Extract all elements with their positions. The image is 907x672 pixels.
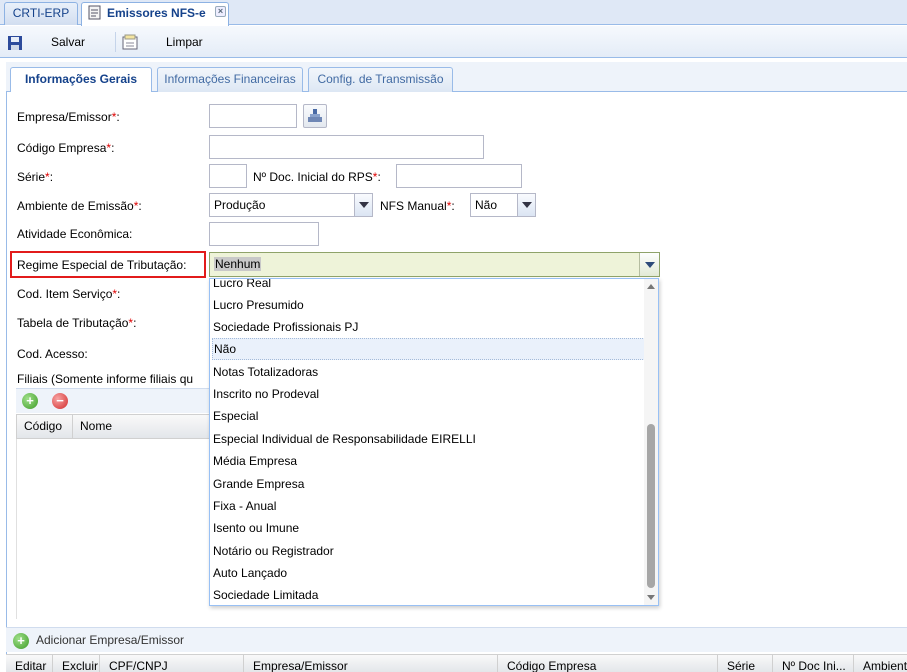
column-header-codigo[interactable]: Código (17, 415, 73, 438)
dropdown-option[interactable]: Sociedade Profissionais PJ (212, 316, 645, 338)
regime-dropdown-list: Lucro Real Lucro Presumido Sociedade Pro… (209, 278, 659, 606)
column-header-doc-inicial[interactable]: Nº Doc Ini... (773, 655, 854, 672)
tab-informacoes-gerais[interactable]: Informações Gerais (10, 67, 152, 93)
lookup-button[interactable] (303, 104, 327, 128)
atividade-label: Atividade Econômica: (17, 227, 133, 241)
tab-crti-erp[interactable]: CRTI-ERP (4, 2, 78, 25)
dropdown-option[interactable]: Notário ou Registrador (212, 540, 645, 562)
ambiente-select[interactable]: Produção (209, 193, 373, 217)
dropdown-option[interactable]: Especial (212, 405, 645, 427)
column-header-ambiente[interactable]: Ambient (854, 655, 907, 672)
dropdown-option[interactable]: Sociedade Limitada (212, 584, 645, 605)
dropdown-option[interactable]: Lucro Presumido (212, 294, 645, 316)
dropdown-option[interactable]: Inscrito no Prodeval (212, 383, 645, 405)
nfs-manual-value: Não (475, 198, 498, 212)
tab-label: Config. de Transmissão (317, 72, 444, 86)
dropdown-option[interactable]: Fixa - Anual (212, 495, 645, 517)
toolbar: Salvar Limpar (0, 26, 907, 58)
column-header-nome[interactable]: Nome (73, 415, 213, 438)
chevron-down-icon[interactable] (517, 194, 535, 216)
dropdown-option[interactable]: Auto Lançado (212, 562, 645, 584)
dropdown-option[interactable]: Grande Empresa (212, 473, 645, 495)
column-header-editar[interactable]: Editar (6, 655, 53, 672)
add-empresa-button[interactable]: Adicionar Empresa/Emissor (36, 633, 184, 647)
dropdown-scrollbar[interactable] (644, 279, 658, 605)
dropdown-option[interactable]: Média Empresa (212, 450, 645, 472)
doc-inicial-label: Nº Doc. Inicial do RPS*: (253, 170, 381, 184)
column-header-serie[interactable]: Série (718, 655, 773, 672)
column-header-cpf-cnpj[interactable]: CPF/CNPJ (100, 655, 244, 672)
floppy-disk-icon (8, 36, 22, 50)
close-tab-icon[interactable]: × (215, 6, 226, 17)
add-empresa-icon[interactable]: + (13, 633, 29, 649)
scroll-thumb[interactable] (647, 424, 655, 588)
doc-inicial-input[interactable] (396, 164, 522, 188)
document-icon (88, 5, 101, 20)
nfs-manual-select[interactable]: Não (470, 193, 536, 217)
lookup-icon (308, 109, 322, 122)
regime-value: Nenhum (214, 257, 262, 271)
dropdown-option[interactable]: Isento ou Imune (212, 517, 645, 539)
ambiente-label: Ambiente de Emissão*: (17, 199, 142, 213)
tab-label: Informações Financeiras (164, 72, 296, 86)
inner-tab-strip: Informações Gerais Informações Financeir… (6, 62, 907, 93)
filiais-label: Filiais (Somente informe filiais qu (17, 372, 194, 386)
tab-emissores-label: Emissores NFS-e (107, 6, 206, 20)
tab-config-transmissao[interactable]: Config. de Transmissão (308, 67, 453, 92)
scroll-down-icon[interactable] (647, 595, 655, 600)
codigo-empresa-label: Código Empresa*: (17, 141, 115, 155)
codigo-empresa-input[interactable] (209, 135, 484, 159)
dropdown-option-selected[interactable]: Não (212, 338, 645, 360)
column-header-empresa[interactable]: Empresa/Emissor (244, 655, 498, 672)
toolbar-separator (115, 32, 116, 52)
dropdown-option[interactable]: Especial Individual de Responsabilidade … (212, 428, 645, 450)
chevron-down-icon[interactable] (354, 194, 372, 216)
cod-item-label: Cod. Item Serviço*: (17, 287, 121, 301)
ambiente-value: Produção (214, 198, 266, 212)
atividade-input[interactable] (209, 222, 319, 246)
clear-label: Limpar (166, 35, 203, 49)
dropdown-option[interactable]: Lucro Real (212, 279, 645, 294)
save-label: Salvar (51, 35, 86, 49)
empresa-label: Empresa/Emissor*: (17, 110, 120, 124)
dropdown-option[interactable]: Notas Totalizadoras (212, 361, 645, 383)
tab-informacoes-financeiras[interactable]: Informações Financeiras (157, 67, 303, 92)
add-filial-icon[interactable]: + (22, 393, 38, 409)
add-empresa-bar: + Adicionar Empresa/Emissor (6, 627, 907, 652)
top-tab-strip: CRTI-ERP Emissores NFS-e × (0, 0, 907, 26)
nfs-manual-label: NFS Manual*: (380, 199, 455, 213)
remove-filial-icon[interactable]: − (52, 393, 68, 409)
regime-label: Regime Especial de Tributação: (17, 258, 187, 272)
clear-form-icon (122, 34, 138, 50)
tabela-label: Tabela de Tributação*: (17, 316, 137, 330)
serie-input[interactable] (209, 164, 247, 188)
empresa-input[interactable] (209, 104, 297, 128)
serie-label: Série*: (17, 170, 54, 184)
scroll-up-icon[interactable] (647, 284, 655, 289)
regime-select[interactable]: Nenhum (209, 252, 660, 277)
cod-acesso-label: Cod. Acesso: (17, 347, 88, 361)
tab-crti-erp-label: CRTI-ERP (12, 6, 70, 20)
chevron-down-icon[interactable] (639, 253, 659, 276)
column-header-codigo-empresa[interactable]: Código Empresa (498, 655, 718, 672)
tab-emissores-nfse[interactable]: Emissores NFS-e × (81, 2, 229, 26)
column-header-excluir[interactable]: Excluir (53, 655, 100, 672)
tab-label: Informações Gerais (24, 72, 138, 86)
empresas-grid-header: Editar Excluir CPF/CNPJ Empresa/Emissor … (6, 654, 907, 672)
